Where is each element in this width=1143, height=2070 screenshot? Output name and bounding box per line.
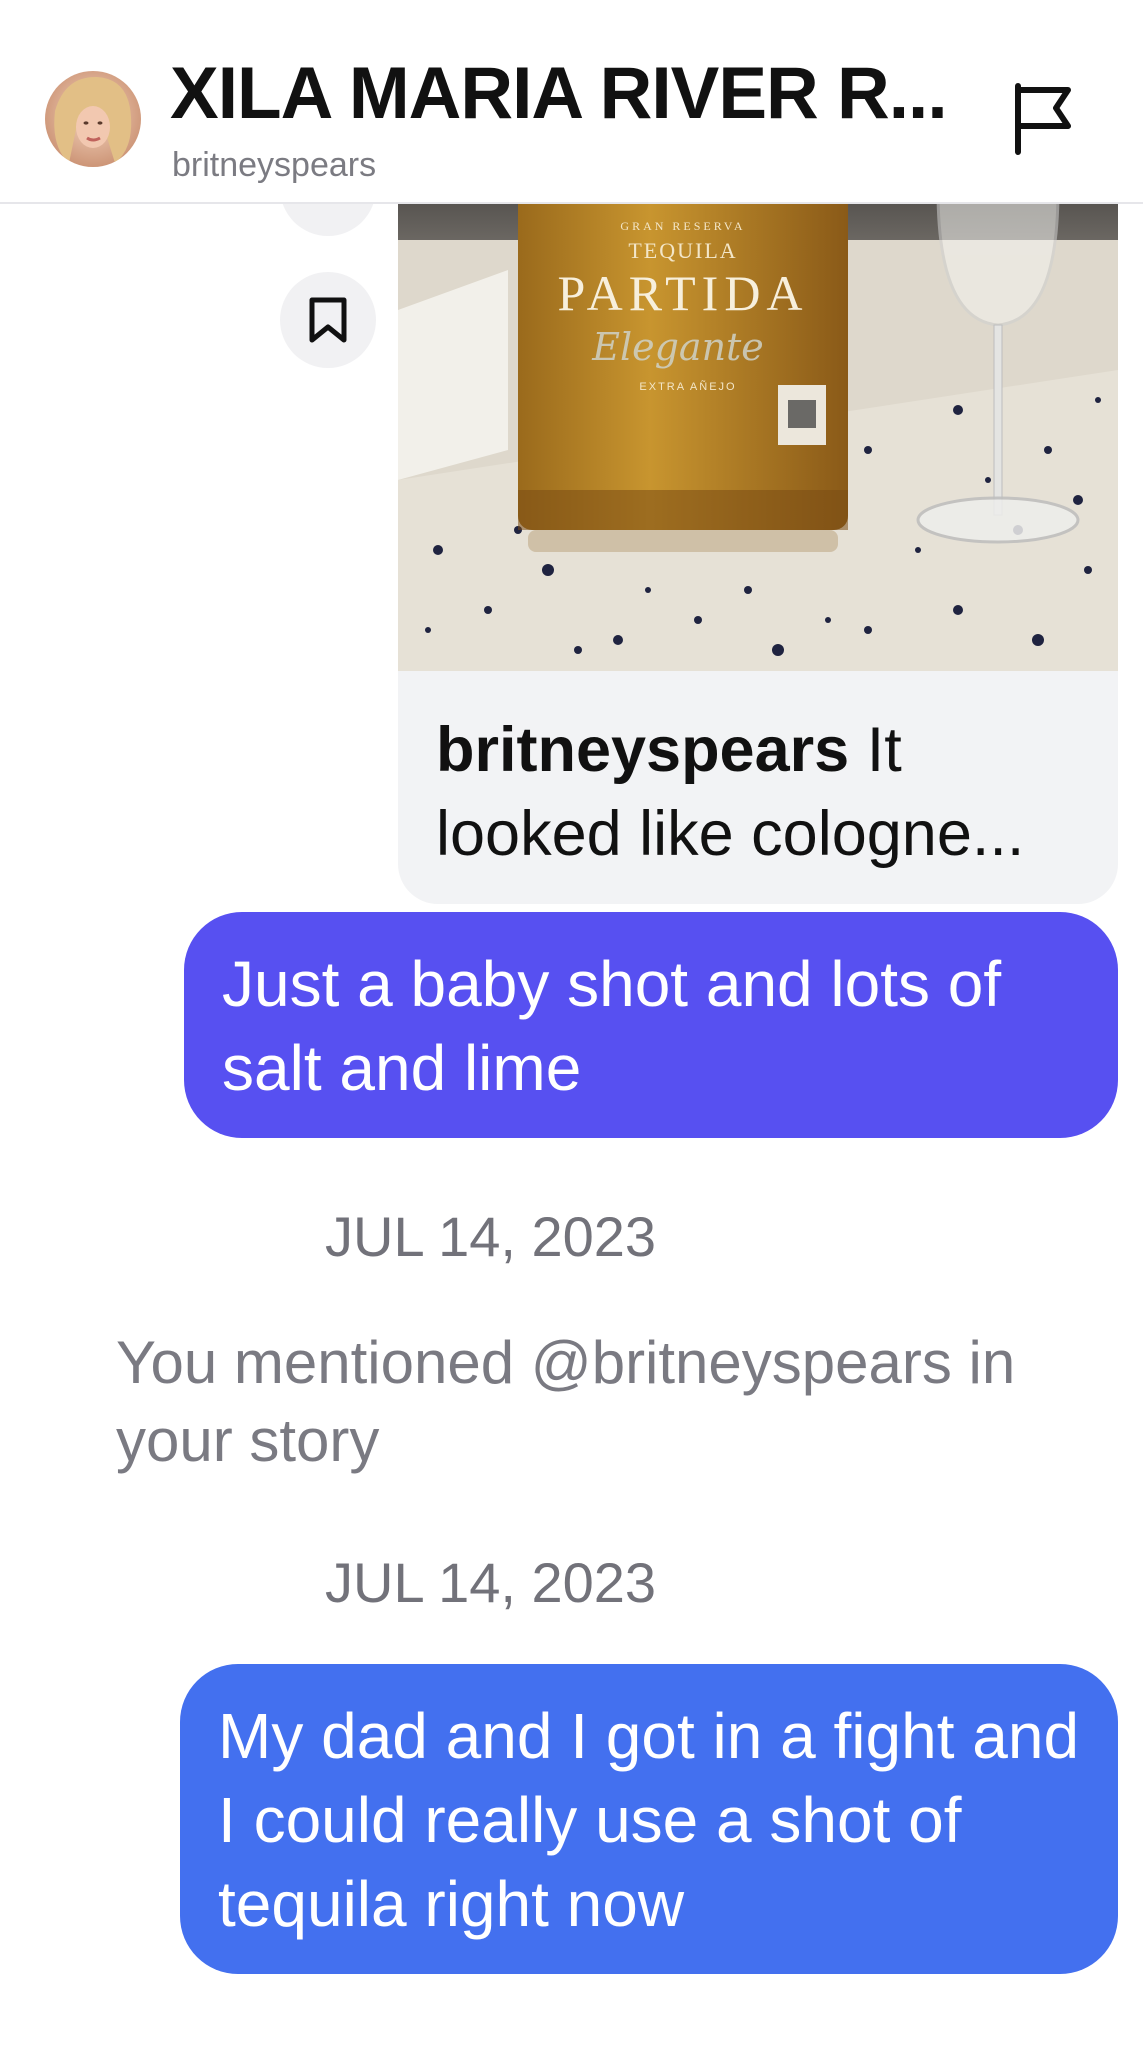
bottle-script: Elegante	[591, 325, 764, 369]
bottle-sub: EXTRA AÑEJO	[639, 380, 736, 393]
bookmark-icon	[309, 297, 347, 343]
shared-post-card[interactable]: GRAN RESERVA TEQUILA PARTIDA Elegante EX…	[398, 150, 1118, 904]
save-button[interactable]	[280, 272, 376, 368]
sent-message-bubble[interactable]: My dad and I got in a fight and I could …	[180, 1664, 1118, 1974]
chat-username[interactable]: britneyspears	[172, 146, 376, 185]
chat-title: XILA MARIA RIVER R...	[170, 53, 948, 134]
date-separator: JUL 14, 2023	[325, 1551, 657, 1614]
date-separator: JUL 14, 2023	[325, 1205, 657, 1268]
chat-header: XILA MARIA RIVER R... britneyspears	[0, 0, 1143, 204]
avatar[interactable]	[45, 71, 141, 167]
story-mention-notice: You mentioned @britneyspears in your sto…	[116, 1329, 1016, 1474]
report-button[interactable]	[1012, 82, 1076, 156]
post-caption-user[interactable]: britneyspears	[436, 715, 849, 785]
post-image[interactable]: GRAN RESERVA TEQUILA PARTIDA Elegante EX…	[398, 150, 1118, 671]
flag-icon	[1015, 83, 1071, 155]
bottle-label-top: GRAN RESERVA	[620, 219, 745, 233]
bottle-label-mid: TEQUILA	[628, 238, 737, 263]
partial-next-item	[116, 2010, 1096, 2070]
bottle-brand: PARTIDA	[557, 265, 808, 321]
sent-message-bubble[interactable]: Just a baby shot and lots of salt and li…	[184, 912, 1118, 1138]
post-caption: britneyspears It looked like cologne...	[436, 708, 1096, 876]
